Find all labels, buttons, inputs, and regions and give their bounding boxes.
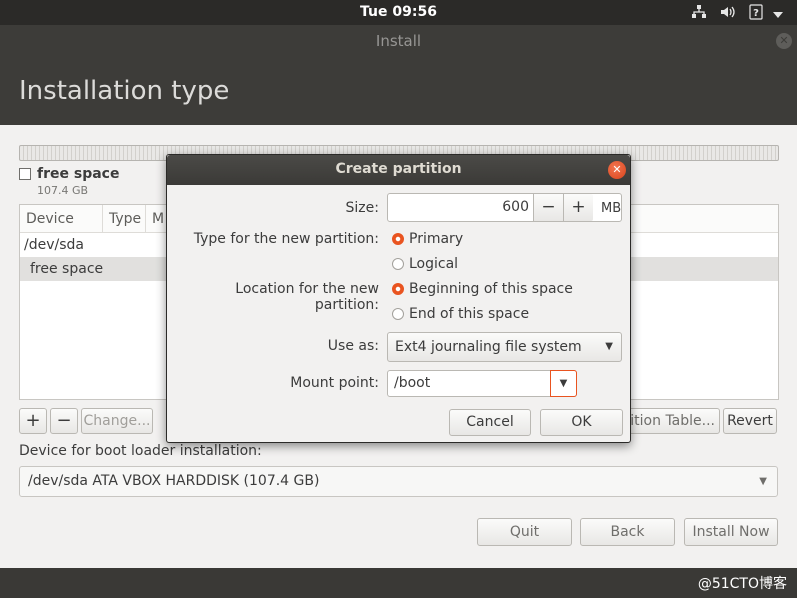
beginning-radio-label[interactable]: Beginning of this space — [409, 281, 573, 297]
window-titlebar: Install ✕ — [0, 25, 797, 58]
primary-radio[interactable] — [392, 233, 404, 245]
bootloader-value: /dev/sda ATA VBOX HARDDISK (107.4 GB) — [28, 473, 320, 489]
row-device: free space — [30, 261, 104, 277]
partition-type-label: Type for the new partition: — [193, 231, 379, 247]
mount-point-input[interactable]: /boot — [387, 370, 577, 397]
revert-button[interactable]: Revert — [723, 408, 777, 434]
legend-size: 107.4 GB — [37, 184, 89, 197]
row-device: /dev/sda — [24, 237, 84, 253]
remove-partition-button[interactable]: − — [50, 408, 78, 434]
column-header-device[interactable]: Device — [20, 205, 103, 233]
size-increment-button[interactable]: + — [563, 194, 593, 221]
size-unit: MB — [601, 201, 622, 216]
network-icon[interactable] — [691, 4, 707, 22]
chevron-down-icon: ▼ — [759, 476, 767, 487]
column-header-type[interactable]: Type — [103, 205, 146, 233]
window-close-icon[interactable]: ✕ — [776, 33, 792, 49]
top-panel: Tue 09:56 ? — [0, 0, 797, 25]
end-radio[interactable] — [392, 308, 404, 320]
free-space-legend-swatch — [19, 168, 31, 180]
chevron-down-icon: ▼ — [559, 378, 568, 389]
beginning-radio[interactable] — [392, 283, 404, 295]
bootloader-device-combo[interactable]: /dev/sda ATA VBOX HARDDISK (107.4 GB) ▼ — [19, 466, 778, 497]
volume-icon[interactable] — [719, 4, 737, 22]
dialog-close-icon[interactable]: ✕ — [608, 161, 626, 179]
size-input[interactable]: 600 — [502, 199, 529, 215]
back-button[interactable]: Back — [580, 518, 675, 546]
primary-radio-label[interactable]: Primary — [409, 231, 463, 247]
window-title: Install — [375, 32, 422, 50]
help-icon[interactable]: ? — [749, 4, 763, 22]
bottom-bar: @51CTO博客 — [0, 568, 797, 598]
logical-radio-label[interactable]: Logical — [409, 256, 458, 272]
partition-location-label: Location for the new partition: — [235, 281, 379, 313]
ok-button[interactable]: OK — [540, 409, 623, 436]
page-title: Installation type — [19, 76, 230, 106]
watermark: @51CTO博客 — [697, 576, 787, 592]
clock[interactable]: Tue 09:56 — [0, 4, 797, 20]
svg-text:?: ? — [753, 8, 759, 19]
page-header: Installation type — [0, 58, 797, 125]
dialog-title: Create partition — [335, 161, 462, 177]
use-as-select[interactable]: Ext4 journaling file system ▼ — [387, 332, 622, 362]
cancel-button[interactable]: Cancel — [449, 409, 531, 436]
use-as-value: Ext4 journaling file system — [395, 339, 582, 355]
size-label: Size: — [345, 200, 379, 216]
quit-button[interactable]: Quit — [477, 518, 572, 546]
logical-radio[interactable] — [392, 258, 404, 270]
create-partition-dialog: Create partition ✕ Size: 600 − + MB Type… — [166, 154, 631, 443]
new-partition-table-button[interactable]: ition Table... — [617, 408, 720, 434]
size-stepper[interactable]: 600 − + — [387, 193, 622, 222]
chevron-down-icon: ▼ — [605, 341, 613, 352]
add-partition-button[interactable]: + — [19, 408, 47, 434]
bootloader-label: Device for boot loader installation: — [19, 443, 262, 459]
end-radio-label[interactable]: End of this space — [409, 306, 529, 322]
mount-point-dropdown-button[interactable]: ▼ — [550, 370, 577, 397]
size-decrement-button[interactable]: − — [533, 194, 563, 221]
mount-point-label: Mount point: — [290, 375, 379, 391]
dialog-titlebar: Create partition ✕ — [167, 155, 630, 185]
menu-arrow-icon[interactable] — [773, 8, 783, 26]
legend-name: free space — [37, 166, 120, 182]
change-partition-button[interactable]: Change... — [81, 408, 153, 434]
install-now-button[interactable]: Install Now — [684, 518, 778, 546]
use-as-label: Use as: — [327, 338, 379, 354]
